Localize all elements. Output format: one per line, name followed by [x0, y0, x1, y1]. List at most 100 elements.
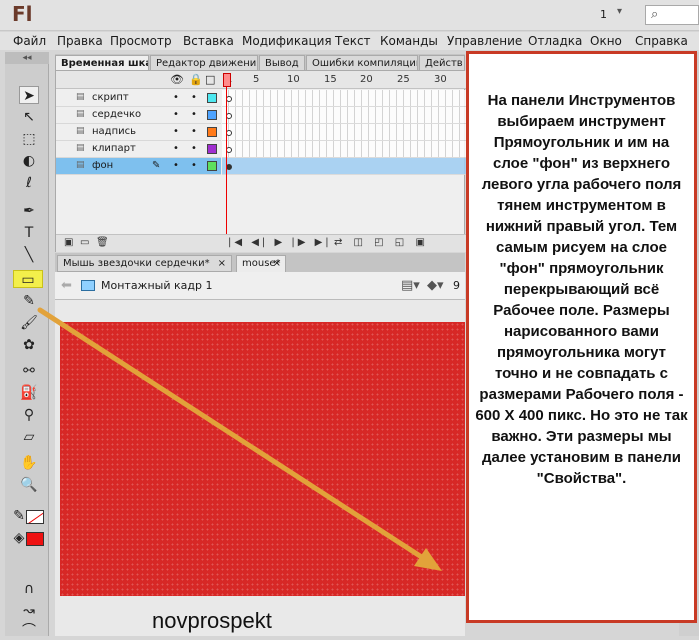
- menu-file[interactable]: Файл: [13, 34, 46, 48]
- smooth-icon[interactable]: ↝: [19, 602, 39, 620]
- scene-icon: [81, 280, 95, 291]
- playback-controls[interactable]: |◀ ◀| ▶ |▶ ▶|: [228, 237, 332, 248]
- timeline-footer: ▣ ▭ 🗑 |◀ ◀| ▶ |▶ ▶| ⇄ ◫ ◰ ◱ ▣: [56, 234, 466, 252]
- zoom-tool-icon[interactable]: 🔍: [19, 476, 39, 494]
- frame-number: 15: [324, 74, 337, 85]
- search-icon: ⌕: [651, 7, 659, 22]
- edit-bar: ⬅ Монтажный кадр 1 ▤▾ ◆▾ 9: [55, 272, 465, 300]
- tab-motion-editor[interactable]: Редактор движения: [150, 55, 258, 70]
- layer-icon: ▤: [76, 143, 85, 153]
- eyedropper-icon[interactable]: ⚲: [19, 406, 39, 424]
- layer-icon: ▤: [76, 109, 85, 119]
- eye-icon[interactable]: 👁: [170, 73, 184, 86]
- layer-name: клипарт: [92, 143, 136, 154]
- layer-color: [207, 144, 217, 154]
- layer-frames[interactable]: [222, 141, 466, 158]
- straighten-icon[interactable]: ⌒: [19, 622, 39, 640]
- menu-help[interactable]: Справка: [635, 34, 688, 48]
- document-tab[interactable]: Мышь звездочки сердечки* ×: [57, 255, 232, 272]
- menu-modify[interactable]: Модификация: [242, 34, 332, 48]
- back-arrow-icon[interactable]: ⬅: [61, 278, 72, 293]
- layer-row[interactable]: ▤ скрипт • •: [56, 90, 221, 107]
- selection-tool-icon[interactable]: ➤: [19, 86, 39, 104]
- edit-scene-icon[interactable]: ◆▾: [427, 278, 444, 293]
- paint-bucket-icon[interactable]: ⛽: [19, 384, 39, 402]
- close-icon[interactable]: ×: [273, 256, 281, 272]
- document-tabs: Мышь звездочки сердечки* × mouse* ×: [55, 253, 465, 272]
- timeline-header: 👁 🔒 □ 1 5 10 15 20 25 30: [56, 71, 466, 89]
- layer-icon: ▤: [76, 92, 85, 102]
- pen-tool-icon[interactable]: ✒: [19, 202, 39, 220]
- new-layer-icon[interactable]: ▣: [64, 237, 73, 248]
- layer-frames[interactable]: [222, 107, 466, 124]
- transform-tool-icon[interactable]: ⬚: [19, 130, 39, 148]
- frame-number: 20: [360, 74, 373, 85]
- eraser-tool-icon[interactable]: ▱: [19, 428, 39, 446]
- workspace-selector[interactable]: 1: [600, 8, 607, 21]
- timeline-panel: 👁 🔒 □ 1 5 10 15 20 25 30 ▤ скрипт •• ▤ с…: [55, 70, 466, 252]
- menu-control[interactable]: Управление: [447, 34, 522, 48]
- stroke-color-swatch[interactable]: [26, 510, 44, 524]
- layer-name: надпись: [92, 126, 137, 137]
- frame-number: 25: [397, 74, 410, 85]
- app-logo: Fl: [12, 2, 33, 26]
- panel-collapse-icon[interactable]: ◂◂: [5, 52, 49, 64]
- close-icon[interactable]: ×: [218, 256, 226, 272]
- layer-row[interactable]: ▤ клипарт • •: [56, 141, 221, 158]
- stage-area: [55, 300, 465, 636]
- menu-insert[interactable]: Вставка: [183, 34, 234, 48]
- 3d-rotation-tool-icon[interactable]: ◐: [19, 152, 39, 170]
- brush-tool-icon[interactable]: 🖌: [19, 314, 39, 332]
- new-folder-icon[interactable]: ▭: [80, 237, 89, 248]
- stage-red-rectangle[interactable]: [60, 322, 465, 596]
- pencil-icon: ✎: [152, 160, 161, 171]
- lasso-tool-icon[interactable]: ℓ: [19, 174, 39, 192]
- onion-skin-controls[interactable]: ⇄ ◫ ◰ ◱ ▣: [334, 237, 429, 248]
- tab-compiler-errors[interactable]: Ошибки компиляции: [306, 55, 418, 70]
- hand-tool-icon[interactable]: ✋: [19, 454, 39, 472]
- fill-color-swatch[interactable]: [26, 532, 44, 546]
- title-bar: Fl 1 ▾ ⌕: [0, 0, 699, 31]
- zoom-field[interactable]: 9: [453, 279, 460, 292]
- tab-timeline[interactable]: Временная шкала: [55, 55, 149, 70]
- frame-number: 30: [434, 74, 447, 85]
- text-tool-icon[interactable]: T: [19, 224, 39, 242]
- deco-tool-icon[interactable]: ✿: [19, 336, 39, 354]
- pencil-tool-icon[interactable]: ✎: [19, 292, 39, 310]
- subselection-tool-icon[interactable]: ↖: [19, 108, 39, 126]
- tab-actions[interactable]: Действ: [419, 55, 465, 70]
- document-tab-active[interactable]: mouse* ×: [236, 255, 286, 272]
- layer-color: [207, 110, 217, 120]
- delete-layer-icon[interactable]: 🗑: [96, 237, 109, 248]
- layer-frames[interactable]: [222, 124, 466, 141]
- tab-output[interactable]: Вывод: [259, 55, 305, 70]
- tools-panel: ◂◂ ➤ ↖ ⬚ ◐ ℓ ✒ T ╲ ▭ ✎ 🖌 ✿ ⚯ ⛽ ⚲ ▱ ✋ 🔍 ✎…: [5, 52, 49, 639]
- layer-name: скрипт: [92, 92, 129, 103]
- instruction-callout: На панели Инструментов выбираем инструме…: [466, 51, 697, 623]
- rectangle-tool-icon[interactable]: ▭: [13, 270, 43, 288]
- edit-symbols-icon[interactable]: ▤▾: [401, 278, 420, 293]
- menu-commands[interactable]: Команды: [380, 34, 438, 48]
- scene-label[interactable]: Монтажный кадр 1: [101, 279, 212, 292]
- bone-tool-icon[interactable]: ⚯: [19, 362, 39, 380]
- layer-row[interactable]: ▤ надпись • •: [56, 124, 221, 141]
- layer-color: [207, 127, 217, 137]
- line-tool-icon[interactable]: ╲: [19, 246, 39, 264]
- playhead[interactable]: [223, 71, 231, 251]
- menu-window[interactable]: Окно: [590, 34, 622, 48]
- panel-tabs: Временная шкала Редактор движения Вывод …: [55, 54, 465, 70]
- layer-frames[interactable]: [222, 158, 466, 175]
- snap-magnet-icon[interactable]: ∩: [19, 580, 39, 598]
- layer-frames[interactable]: [222, 90, 466, 107]
- menu-debug[interactable]: Отладка: [528, 34, 582, 48]
- layer-row-selected[interactable]: ▤ фон ✎ • •: [56, 158, 221, 175]
- menu-view[interactable]: Просмотр: [110, 34, 172, 48]
- outline-icon[interactable]: □: [205, 73, 215, 86]
- menu-edit[interactable]: Правка: [57, 34, 103, 48]
- chevron-down-icon[interactable]: ▾: [617, 6, 622, 17]
- layer-row[interactable]: ▤ сердечко • •: [56, 107, 221, 124]
- menu-text[interactable]: Текст: [335, 34, 371, 48]
- lock-icon[interactable]: 🔒: [189, 73, 203, 86]
- search-input[interactable]: ⌕: [645, 5, 699, 25]
- layer-color: [207, 161, 217, 171]
